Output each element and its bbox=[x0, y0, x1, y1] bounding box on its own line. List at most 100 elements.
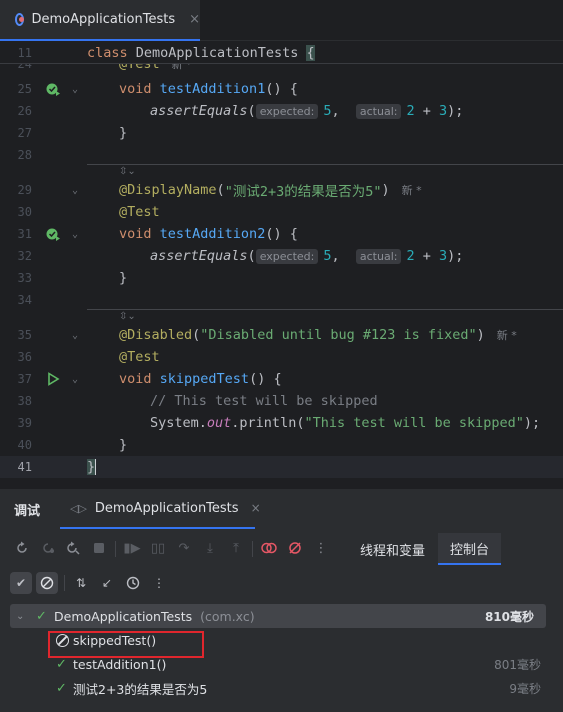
operator: + bbox=[414, 248, 439, 264]
param-hint: expected: bbox=[255, 103, 319, 119]
method-name: testAddition2 bbox=[159, 226, 266, 242]
fold-chevron-icon[interactable]: ⌄ bbox=[72, 229, 78, 240]
more-options-icon[interactable]: ⋮ bbox=[148, 572, 170, 594]
import-tests-icon[interactable]: ↙ bbox=[96, 572, 118, 594]
comma: , bbox=[331, 103, 340, 119]
tab-console[interactable]: 控制台 bbox=[438, 533, 502, 565]
annotation: @Disabled bbox=[119, 327, 193, 343]
paren: ) bbox=[476, 327, 485, 343]
author-hint[interactable]: 新 * bbox=[402, 182, 422, 198]
tool-window-header: 调试 ◁▷ DemoApplicationTests × bbox=[0, 489, 563, 529]
code-text: ); bbox=[447, 103, 464, 119]
resume-icon[interactable]: ▮▶ bbox=[122, 538, 142, 558]
code-lens-icon[interactable]: ⇳⌄ bbox=[119, 311, 136, 322]
brace: } bbox=[119, 270, 128, 286]
number: 3 bbox=[439, 248, 448, 264]
editor-tab-demo-application-tests[interactable]: DemoApplicationTests × bbox=[0, 0, 200, 41]
brace: } bbox=[119, 437, 128, 453]
operator: + bbox=[414, 103, 439, 119]
editor-tab-bar: DemoApplicationTests × bbox=[0, 0, 563, 41]
sticky-class-header[interactable]: 11 class DemoApplicationTests { bbox=[0, 42, 563, 64]
brace: } bbox=[87, 459, 96, 475]
line-number: 40 bbox=[17, 438, 32, 452]
param-hint: expected: bbox=[255, 248, 319, 264]
run-test-icon[interactable] bbox=[45, 371, 61, 387]
debug-session-tab[interactable]: ◁▷ DemoApplicationTests × bbox=[60, 489, 261, 529]
author-hint[interactable]: 新 * bbox=[497, 327, 517, 343]
line-number: 41 bbox=[17, 460, 32, 474]
test-passed-run-icon[interactable] bbox=[45, 81, 61, 97]
line-number: 39 bbox=[17, 416, 32, 430]
passed-icon: ✓ bbox=[56, 656, 67, 672]
line-number: 33 bbox=[17, 271, 32, 285]
tab-threads-variables[interactable]: 线程和变量 bbox=[360, 533, 425, 565]
test-name: 测试2+3的结果是否为5 bbox=[73, 681, 208, 697]
test-class-file-icon bbox=[15, 13, 25, 26]
line-number: 27 bbox=[17, 126, 32, 140]
line-number: 38 bbox=[17, 394, 32, 408]
show-ignored-toggle-icon[interactable] bbox=[36, 572, 58, 594]
method-call: assertEquals bbox=[150, 248, 248, 264]
rerun-auto-icon[interactable] bbox=[63, 538, 83, 558]
number: 5 bbox=[323, 248, 332, 264]
code-lens-icon[interactable]: ⇳⌄ bbox=[119, 166, 136, 177]
brace: { bbox=[306, 45, 315, 61]
paren: ( bbox=[247, 248, 256, 264]
method-separator bbox=[87, 309, 563, 310]
param-hint: actual: bbox=[355, 103, 402, 119]
string-literal: "测试2+3的结果是否为5" bbox=[224, 184, 382, 200]
method-call: assertEquals bbox=[150, 103, 248, 119]
sort-alphabetically-icon[interactable]: ⇅ bbox=[70, 572, 92, 594]
test-name: testAddition1() bbox=[73, 656, 167, 672]
static-field: out bbox=[206, 415, 232, 431]
rerun-icon[interactable] bbox=[12, 538, 32, 558]
string-literal: "This test will be skipped" bbox=[304, 415, 524, 431]
rerun-failed-icon[interactable] bbox=[38, 538, 58, 558]
line-number: 36 bbox=[17, 350, 32, 364]
more-options-icon[interactable]: ⋮ bbox=[311, 538, 331, 558]
chevron-down-icon[interactable]: ⌄ bbox=[16, 611, 24, 622]
step-over-icon[interactable]: ↷ bbox=[174, 538, 194, 558]
test-history-icon[interactable] bbox=[122, 572, 144, 594]
close-icon[interactable]: × bbox=[251, 501, 261, 515]
annotation: @Test bbox=[119, 204, 160, 220]
step-into-icon[interactable]: ⤓ bbox=[200, 538, 220, 558]
mute-breakpoints-icon[interactable] bbox=[285, 538, 305, 558]
param-hint: actual: bbox=[355, 248, 402, 264]
keyword: class bbox=[87, 45, 128, 61]
line-number: 25 bbox=[17, 82, 32, 96]
comma: , bbox=[331, 248, 340, 264]
line-number: 30 bbox=[17, 205, 32, 219]
fold-chevron-icon[interactable]: ⌄ bbox=[72, 84, 78, 95]
fold-chevron-icon[interactable]: ⌄ bbox=[72, 330, 78, 341]
method-name: testAddition1 bbox=[159, 81, 266, 97]
keyword: void bbox=[119, 371, 152, 387]
line-number: 31 bbox=[17, 227, 32, 241]
code-text: () { bbox=[265, 226, 298, 242]
step-out-icon[interactable]: ⤒ bbox=[226, 538, 246, 558]
method-name: skippedTest bbox=[159, 371, 250, 387]
method-call: .println( bbox=[231, 415, 305, 431]
toolbar-separator bbox=[115, 541, 116, 557]
number: 5 bbox=[323, 103, 332, 119]
test-passed-run-icon[interactable] bbox=[45, 226, 61, 242]
fold-chevron-icon[interactable]: ⌄ bbox=[72, 185, 78, 196]
close-icon[interactable]: × bbox=[189, 12, 200, 27]
test-class-name: DemoApplicationTests bbox=[54, 608, 193, 624]
current-line[interactable]: 41 } bbox=[0, 456, 563, 478]
stop-icon[interactable] bbox=[89, 538, 109, 558]
test-tree-item[interactable]: ✓ 测试2+3的结果是否为5 9毫秒 bbox=[0, 676, 563, 700]
test-filter-bar: ✔ ⇅ ↙ ⋮ bbox=[0, 569, 563, 597]
test-tree-root[interactable]: ⌄ ✓ DemoApplicationTests (com.xc) 810毫秒 bbox=[10, 604, 546, 628]
passed-icon: ✓ bbox=[56, 680, 67, 696]
pause-icon[interactable]: ▯▯ bbox=[148, 538, 168, 558]
text-caret bbox=[95, 459, 97, 475]
code-text: ); bbox=[523, 415, 541, 431]
debug-session-label: DemoApplicationTests bbox=[94, 500, 239, 516]
code-editor[interactable]: 11 class DemoApplicationTests { 24 @Test… bbox=[0, 42, 563, 482]
annotation: @Test bbox=[119, 349, 160, 365]
code-text: () { bbox=[265, 81, 298, 97]
fold-chevron-icon[interactable]: ⌄ bbox=[72, 374, 78, 385]
show-passed-toggle-icon[interactable]: ✔ bbox=[10, 572, 32, 594]
view-breakpoints-icon[interactable] bbox=[259, 538, 279, 558]
